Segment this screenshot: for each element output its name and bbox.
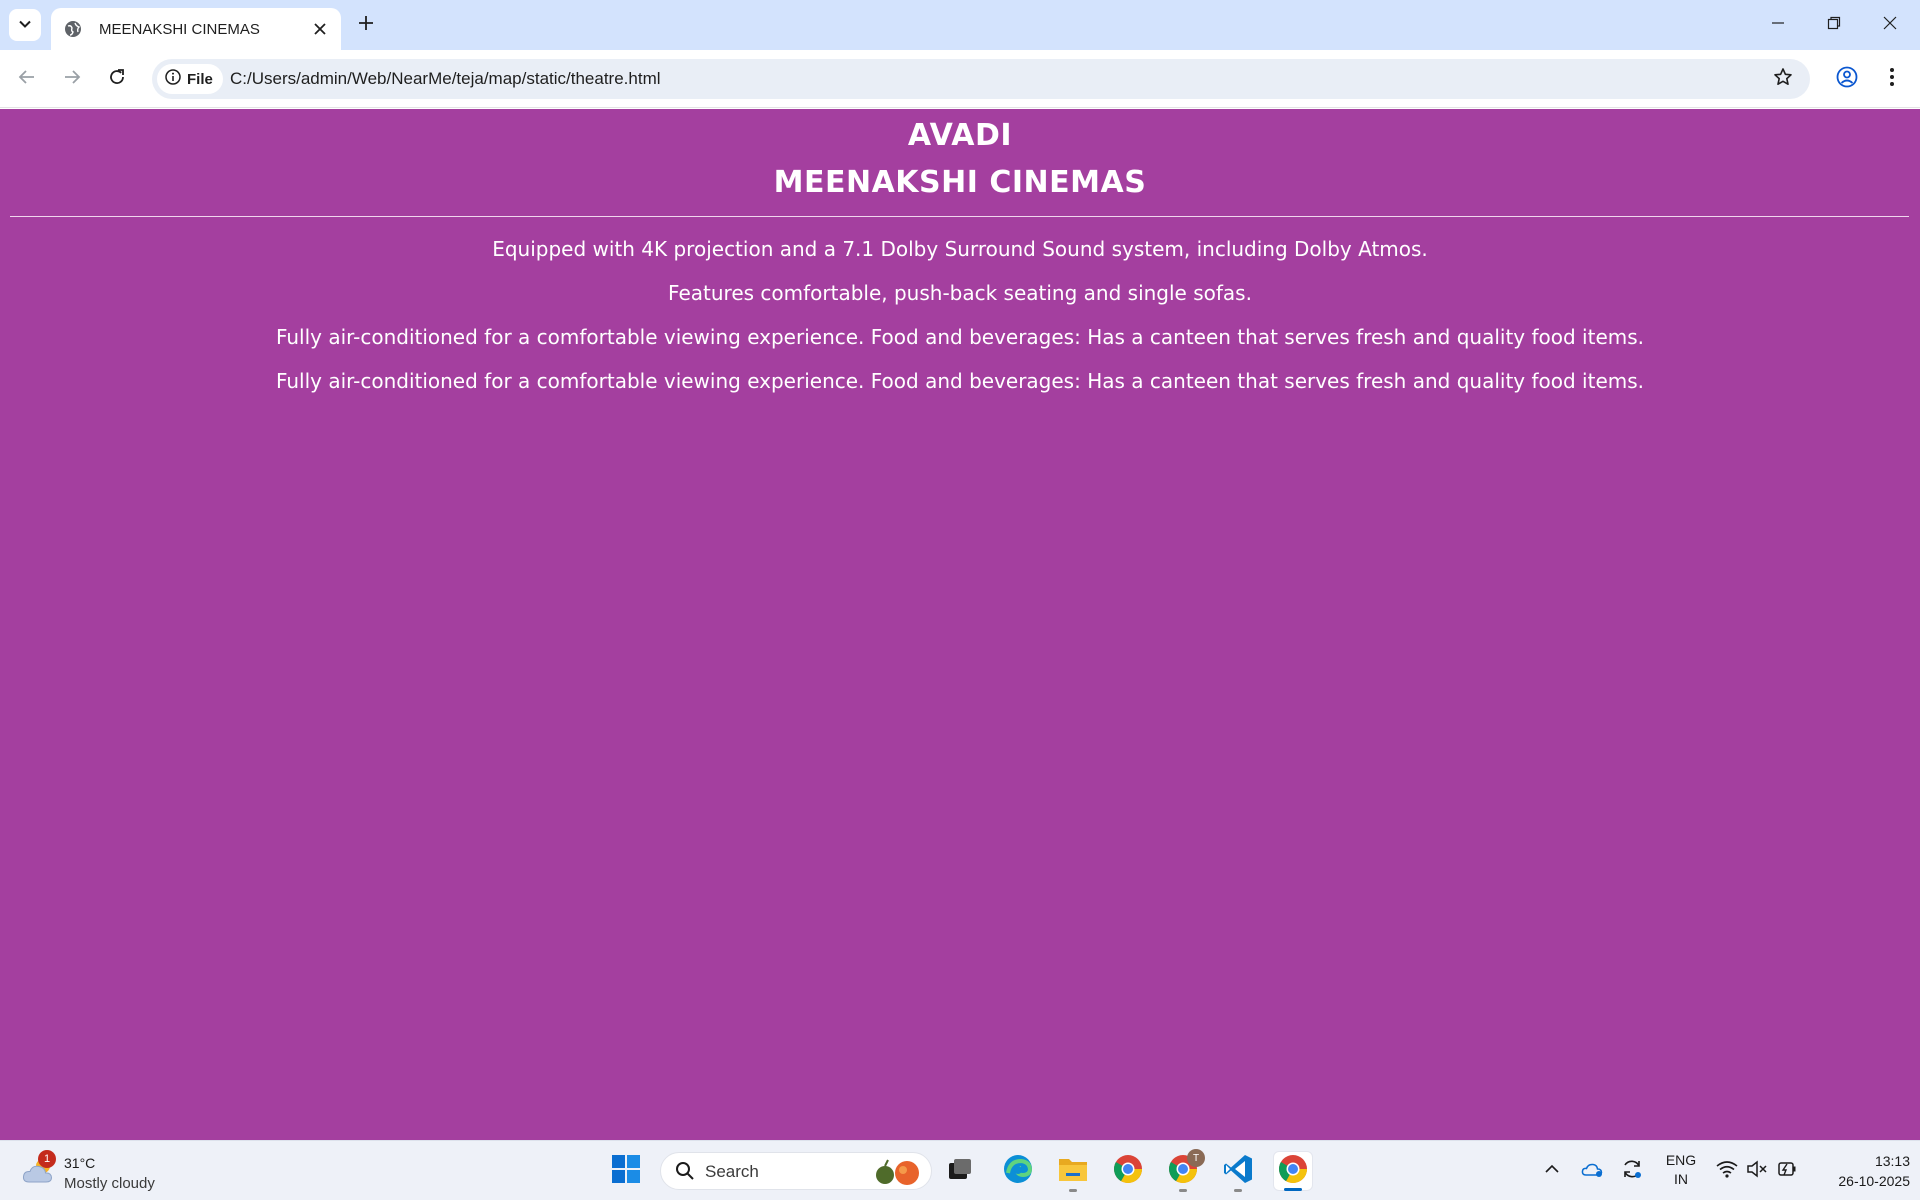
tab-search-icon — [18, 16, 32, 35]
edge-icon — [1002, 1153, 1034, 1189]
minimize-button[interactable] — [1750, 0, 1806, 48]
sync-button[interactable] — [1613, 1151, 1651, 1191]
close-icon[interactable] — [307, 16, 333, 42]
close-icon — [1883, 15, 1897, 34]
globe-icon — [63, 19, 83, 39]
feature-projection: Equipped with 4K projection and a 7.1 Do… — [492, 237, 1428, 261]
feature-amenities-repeat: Fully air-conditioned for a comfortable … — [275, 369, 1645, 393]
task-view-button[interactable] — [940, 1151, 980, 1191]
forward-icon — [63, 68, 81, 90]
show-hidden-icons-button[interactable] — [1533, 1151, 1571, 1191]
sync-icon — [1621, 1158, 1643, 1184]
region-code: IN — [1674, 1171, 1688, 1187]
feature-seating: Features comfortable, push-back seating … — [668, 281, 1252, 305]
profile-button[interactable] — [1830, 62, 1864, 96]
language-code: ENG — [1665, 1152, 1697, 1168]
clock-date: 26-10-2025 — [1838, 1173, 1910, 1189]
input-language[interactable]: ENG IN — [1663, 1151, 1699, 1189]
start-button[interactable] — [606, 1151, 646, 1191]
restore-icon — [1827, 15, 1841, 34]
vscode-icon — [1222, 1153, 1254, 1189]
wifi-icon — [1716, 1160, 1738, 1182]
chrome-profile-button[interactable]: T — [1163, 1149, 1205, 1192]
onedrive-button[interactable] — [1573, 1151, 1611, 1191]
feature-amenities: Fully air-conditioned for a comfortable … — [275, 325, 1645, 349]
chrome-button[interactable] — [1108, 1151, 1148, 1191]
weather-notification-badge: 1 — [38, 1150, 56, 1168]
profile-badge: T — [1187, 1149, 1205, 1167]
search-label: Search — [705, 1162, 759, 1181]
network-button[interactable] — [1712, 1151, 1742, 1191]
divider — [10, 216, 1909, 217]
cinema-name-heading: MEENAKSHI CINEMAS — [773, 165, 1147, 200]
running-indicator — [1069, 1189, 1077, 1192]
vscode-button[interactable] — [1218, 1151, 1258, 1192]
task-view-icon — [946, 1155, 974, 1187]
back-icon — [18, 68, 36, 90]
onedrive-icon — [1581, 1160, 1603, 1182]
chrome-active-icon — [1277, 1153, 1309, 1189]
menu-button[interactable] — [1875, 62, 1909, 96]
chrome-icon — [1112, 1153, 1144, 1189]
file-explorer-button[interactable] — [1053, 1151, 1093, 1192]
start-icon — [611, 1154, 641, 1188]
file-explorer-icon — [1057, 1155, 1089, 1187]
battery-button[interactable] — [1772, 1151, 1802, 1191]
bookmark-button[interactable] — [1768, 64, 1798, 94]
profile-icon — [1836, 66, 1858, 92]
minimize-icon — [1771, 15, 1785, 34]
clock[interactable]: 13:13 26-10-2025 — [1806, 1151, 1910, 1191]
active-indicator — [1284, 1188, 1302, 1191]
chrome-active-button[interactable] — [1273, 1151, 1313, 1191]
info-icon — [165, 69, 181, 89]
new-tab-button[interactable] — [351, 10, 381, 40]
browser-toolbar: File C:/Users/admin/Web/NearMe/teja/map/… — [0, 50, 1920, 108]
more-icon — [1889, 67, 1895, 91]
tab-strip: MEENAKSHI CINEMAS — [0, 0, 1920, 50]
theatre-page: AVADI MEENAKSHI CINEMAS Equipped with 4K… — [0, 109, 1920, 1140]
weather-widget[interactable]: 1 31°C Mostly cloudy — [22, 1149, 172, 1193]
tab-title: MEENAKSHI CINEMAS — [99, 20, 260, 38]
tab-search-button[interactable] — [9, 9, 41, 41]
address-bar[interactable]: File C:/Users/admin/Web/NearMe/teja/map/… — [152, 59, 1810, 99]
restore-button[interactable] — [1806, 0, 1862, 48]
chevron-up-icon — [1544, 1161, 1560, 1181]
battery-icon — [1776, 1160, 1798, 1182]
city-heading: AVADI — [907, 118, 1013, 153]
running-indicator — [1234, 1189, 1242, 1192]
weather-temperature: 31°C — [64, 1155, 96, 1171]
reload-button[interactable] — [100, 62, 134, 96]
running-indicator — [1179, 1189, 1187, 1192]
taskbar-search[interactable]: Search — [660, 1152, 932, 1190]
window-close-button[interactable] — [1862, 0, 1918, 48]
search-icon — [675, 1161, 695, 1185]
plus-icon — [358, 15, 374, 35]
forward-button[interactable] — [55, 62, 89, 96]
search-highlight-icon — [869, 1158, 925, 1190]
site-chip-label: File — [187, 70, 213, 88]
volume-muted-icon — [1746, 1160, 1768, 1182]
back-button[interactable] — [10, 62, 44, 96]
site-info-chip[interactable]: File — [157, 64, 223, 94]
reload-icon — [108, 68, 126, 90]
url-text[interactable]: C:/Users/admin/Web/NearMe/teja/map/stati… — [230, 69, 661, 89]
taskbar: 1 31°C Mostly cloudy Search T ENG IN 13:… — [0, 1140, 1920, 1200]
weather-description: Mostly cloudy — [64, 1175, 155, 1192]
active-tab[interactable]: MEENAKSHI CINEMAS — [51, 8, 341, 50]
star-icon — [1773, 67, 1793, 91]
edge-button[interactable] — [998, 1151, 1038, 1191]
volume-button[interactable] — [1742, 1151, 1772, 1191]
clock-time: 13:13 — [1874, 1153, 1910, 1169]
